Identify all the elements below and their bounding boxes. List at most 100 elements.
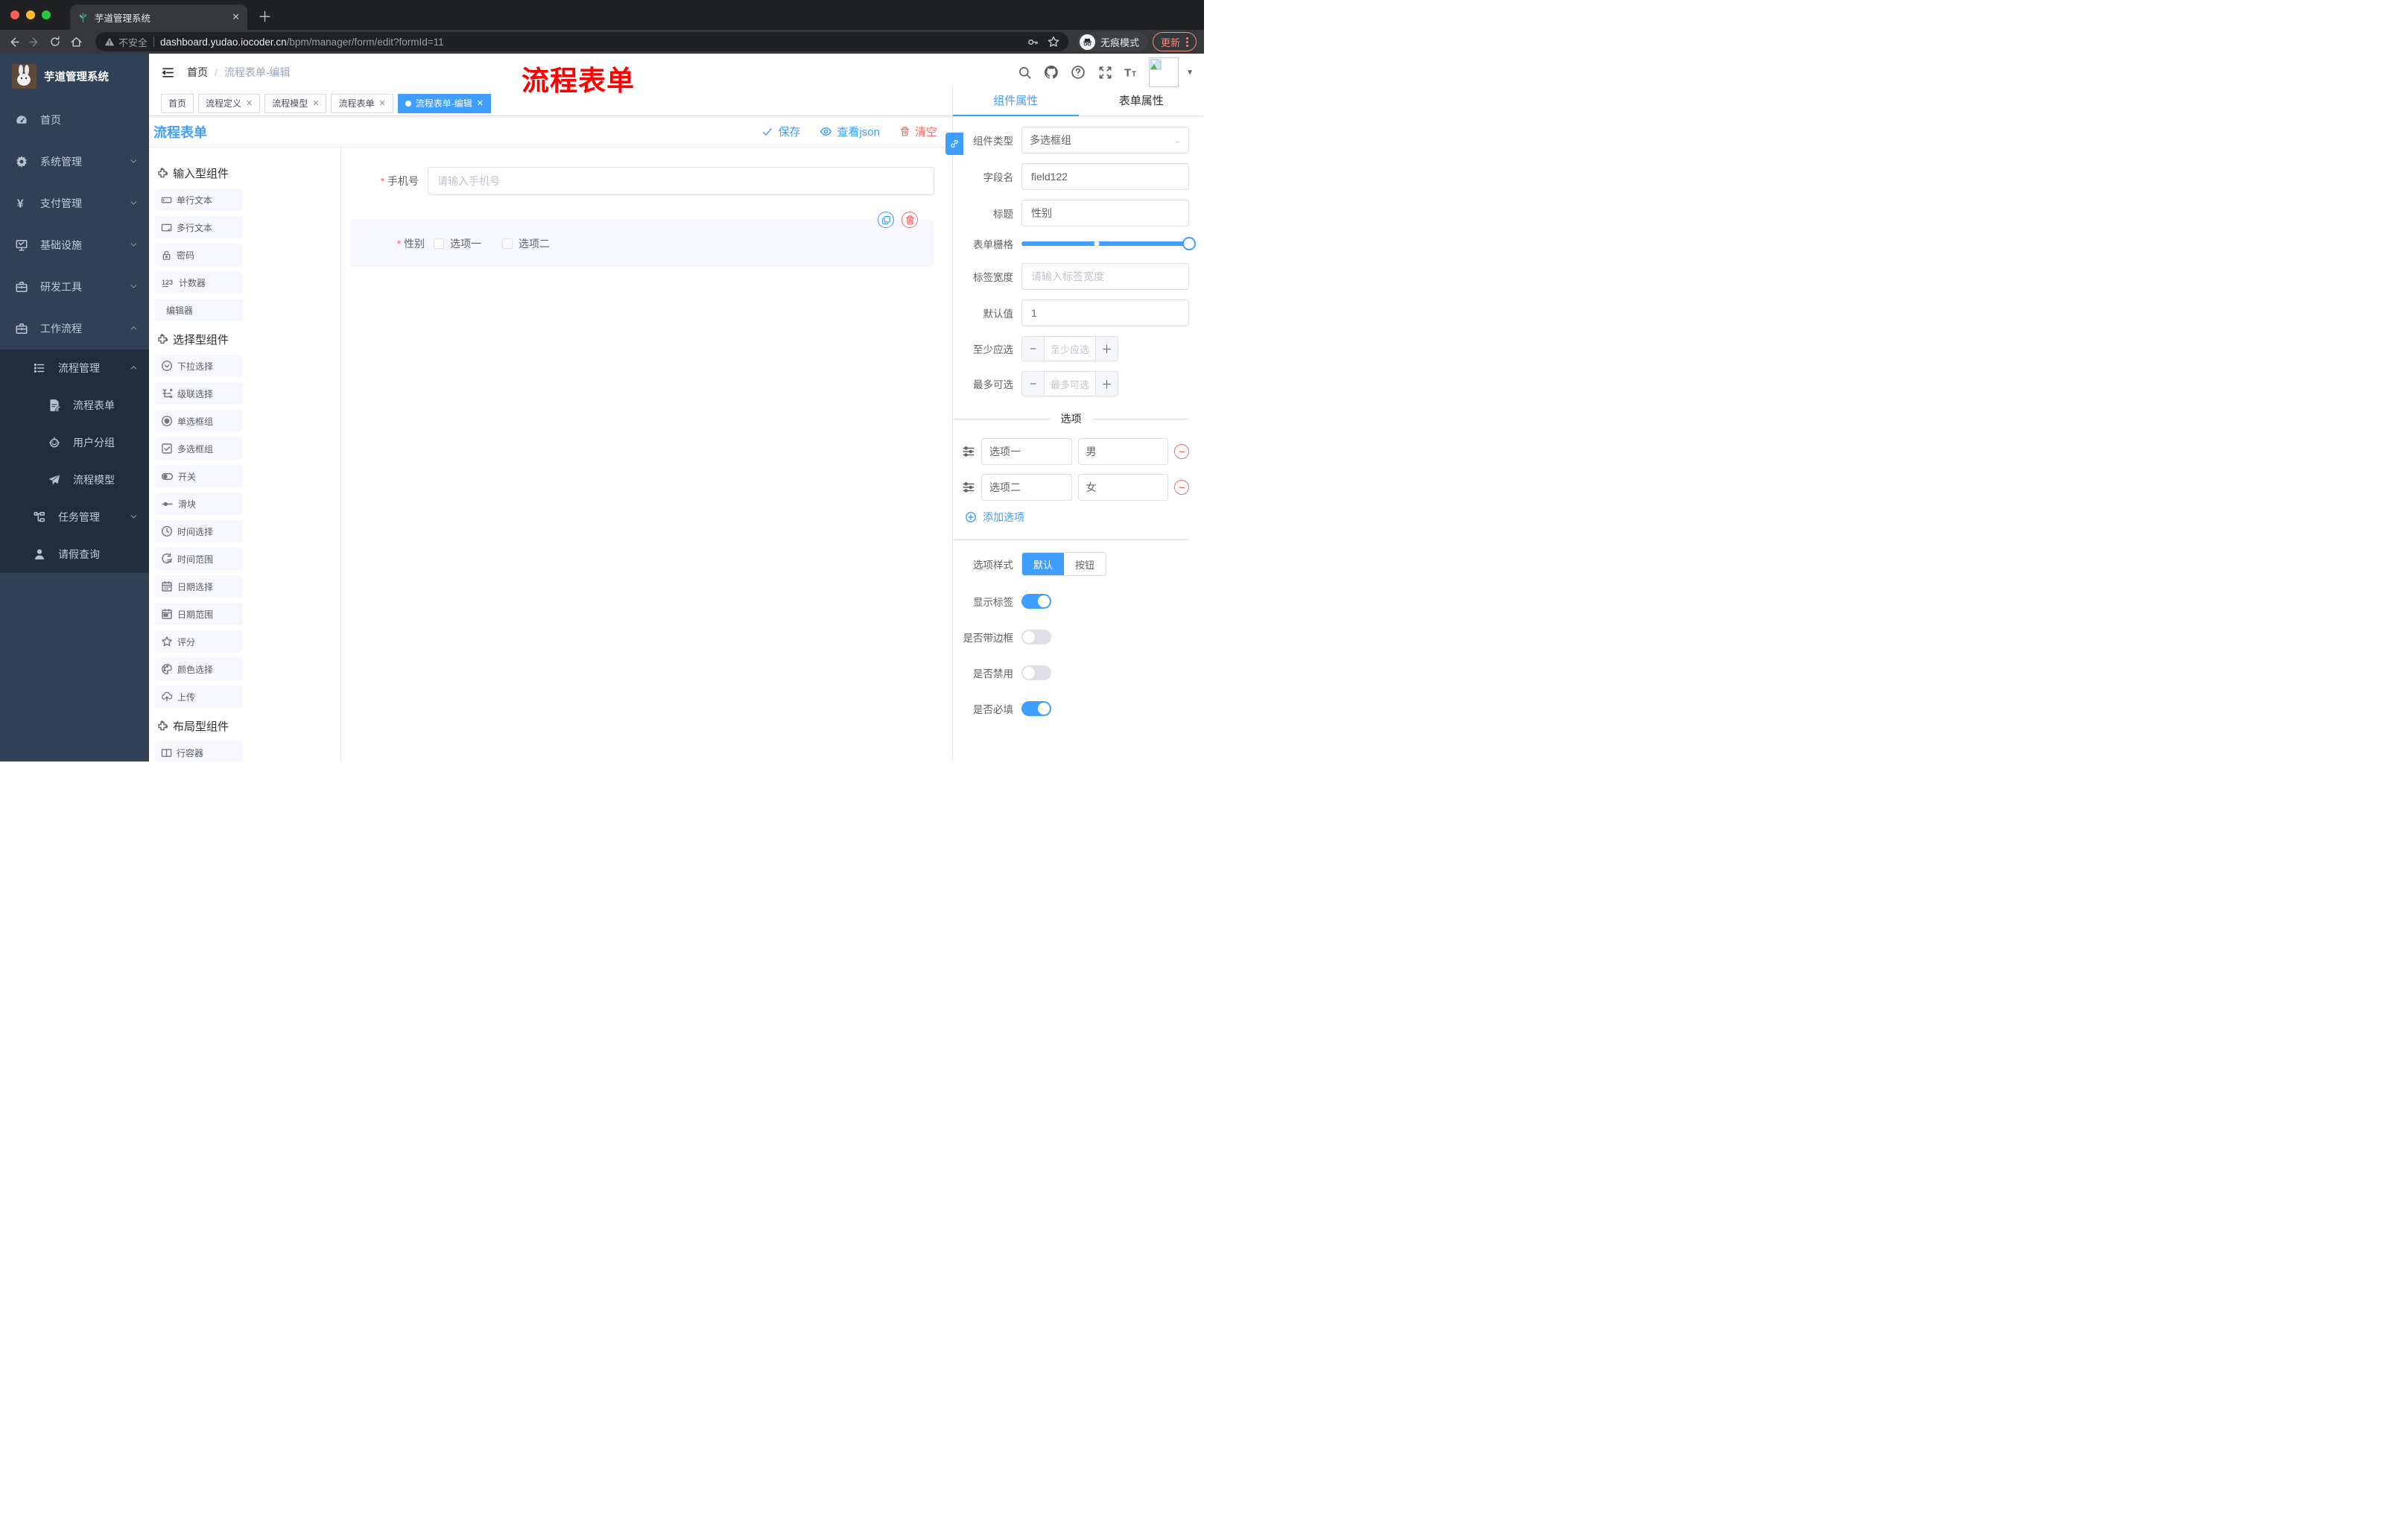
avatar-caret-down-icon[interactable]: ▼ [1186, 69, 1194, 77]
component-chip[interactable]: 多选框组 [155, 437, 243, 460]
drag-handle-icon[interactable] [962, 481, 975, 494]
component-chip[interactable]: 单行文本 [155, 189, 243, 211]
delete-component-button[interactable] [902, 212, 918, 228]
min-select-stepper[interactable]: − 至少应选＋ [1021, 336, 1118, 361]
option-name-input[interactable]: 选项一 [981, 438, 1072, 465]
new-tab-button[interactable]: ＋ [258, 6, 272, 26]
sidebar-item-6[interactable]: 流程管理 [0, 349, 149, 387]
close-icon[interactable]: ✕ [312, 98, 319, 108]
sidebar-item-8[interactable]: 用户分组 [0, 424, 149, 461]
github-icon[interactable] [1042, 63, 1061, 82]
sidebar-item-11[interactable]: 请假查询 [0, 536, 149, 573]
close-icon[interactable]: ✕ [477, 98, 484, 108]
bookmark-star-icon[interactable] [1048, 36, 1059, 48]
label-width-input[interactable]: 请输入标签宽度 [1021, 263, 1189, 290]
sidebar-item-9[interactable]: 流程模型 [0, 461, 149, 498]
breadcrumb-home[interactable]: 首页 [187, 65, 208, 80]
clear-button[interactable]: 清空 [899, 124, 937, 139]
default-value-input[interactable]: 1 [1021, 300, 1189, 326]
component-chip[interactable]: 行容器 [155, 741, 243, 762]
minimize-window-button[interactable] [26, 10, 35, 19]
key-icon[interactable] [1027, 37, 1039, 48]
copy-component-button[interactable] [878, 212, 894, 228]
close-icon[interactable]: ✕ [379, 98, 386, 108]
maximize-window-button[interactable] [42, 10, 51, 19]
tab-form-props[interactable]: 表单属性 [1078, 85, 1204, 116]
tab-component-props[interactable]: 组件属性 [953, 85, 1079, 116]
style-option-0[interactable]: 默认 [1022, 553, 1064, 575]
component-chip[interactable]: 级联选择 [155, 382, 243, 405]
sidebar-item-3[interactable]: 基础设施 [0, 224, 149, 266]
browser-menu-icon[interactable] [1186, 37, 1188, 47]
tag-chip-2[interactable]: 流程模型 ✕ [264, 93, 327, 113]
gender-checkbox-1[interactable]: 选项二 [502, 236, 550, 251]
help-icon[interactable] [1068, 63, 1088, 82]
component-chip[interactable]: 单选框组 [155, 410, 243, 432]
minus-button[interactable]: − [1022, 337, 1045, 361]
sidebar-item-5[interactable]: 工作流程 [0, 308, 149, 349]
remove-option-button[interactable] [1174, 480, 1189, 495]
save-button[interactable]: 保存 [761, 124, 800, 139]
sidebar-item-10[interactable]: 任务管理 [0, 498, 149, 536]
component-chip[interactable]: 下拉选择 [155, 355, 243, 377]
link-icon[interactable] [945, 133, 963, 155]
component-chip[interactable]: 滑块 [155, 493, 243, 515]
form-canvas[interactable]: 手机号 请输入手机号 性别 选项一 选项二 [341, 148, 952, 762]
slider-handle[interactable] [1182, 237, 1196, 250]
component-chip[interactable]: 密码 [155, 244, 243, 266]
toggle-switch[interactable] [1021, 665, 1051, 680]
menu-fold-icon[interactable] [161, 66, 175, 80]
view-json-button[interactable]: 查看json [820, 124, 880, 139]
tag-chip-4[interactable]: 流程表单-编辑 ✕ [397, 93, 491, 113]
forward-icon[interactable] [28, 36, 45, 48]
sidebar-item-2[interactable]: ¥ 支付管理 [0, 183, 149, 224]
tab-close-icon[interactable]: ✕ [232, 11, 240, 23]
add-option-button[interactable]: 添加选项 [965, 510, 1189, 525]
plus-button[interactable]: ＋ [1095, 337, 1118, 361]
fullscreen-icon[interactable] [1095, 63, 1115, 82]
component-chip[interactable]: 编辑器 [155, 299, 243, 321]
drag-handle-icon[interactable] [962, 445, 975, 458]
browser-tab[interactable]: 芋道管理系统 ✕ [70, 4, 247, 30]
option-name-input[interactable]: 选项二 [981, 474, 1072, 501]
component-type-select[interactable]: 多选框组 ⌄ [1021, 127, 1189, 153]
sidebar-item-0[interactable]: 首页 [0, 99, 149, 141]
component-chip[interactable]: 开关 [155, 465, 243, 487]
grid-slider[interactable] [1021, 237, 1196, 250]
toggle-switch[interactable] [1021, 594, 1051, 609]
title-input[interactable]: 性别 [1021, 200, 1189, 227]
reload-icon[interactable] [49, 36, 66, 48]
component-chip[interactable]: 时间选择 [155, 520, 243, 542]
style-option-1[interactable]: 按钮 [1064, 553, 1106, 575]
gender-checkbox-0[interactable]: 选项一 [434, 236, 481, 251]
tag-chip-0[interactable]: 首页 [161, 93, 194, 113]
component-chip[interactable]: 时间范围 [155, 548, 243, 570]
component-chip[interactable]: 颜色选择 [155, 658, 243, 680]
option-value-input[interactable]: 女 [1077, 474, 1168, 501]
search-icon[interactable] [1015, 63, 1034, 82]
address-bar[interactable]: 不安全 dashboard.yudao.iocoder.cn/bpm/manag… [95, 32, 1068, 51]
option-value-input[interactable]: 男 [1077, 438, 1168, 465]
component-chip[interactable]: 上传 [155, 685, 243, 708]
plus-button[interactable]: ＋ [1095, 372, 1118, 396]
tag-chip-1[interactable]: 流程定义 ✕ [198, 93, 261, 113]
minus-button[interactable]: − [1022, 372, 1045, 396]
close-icon[interactable]: ✕ [246, 98, 253, 108]
browser-update-button[interactable]: 更新 [1152, 32, 1197, 51]
window-controls[interactable] [0, 0, 61, 30]
avatar[interactable] [1149, 57, 1179, 87]
sidebar-item-1[interactable]: 系统管理 [0, 141, 149, 183]
phone-field-row[interactable]: 手机号 请输入手机号 [350, 167, 934, 195]
toggle-switch[interactable] [1021, 630, 1051, 645]
sidebar-item-4[interactable]: 研发工具 [0, 266, 149, 308]
font-size-icon[interactable]: TT [1122, 63, 1141, 82]
component-chip[interactable]: 日期选择 [155, 575, 243, 598]
back-icon[interactable] [7, 36, 24, 48]
home-icon[interactable] [70, 36, 86, 48]
component-chip[interactable]: 123 计数器 [155, 271, 243, 294]
close-window-button[interactable] [10, 10, 19, 19]
sidebar-item-7[interactable]: 流程表单 [0, 387, 149, 424]
component-chip[interactable]: 多行文本 [155, 216, 243, 238]
field-name-input[interactable]: field122 [1021, 163, 1189, 190]
max-select-stepper[interactable]: − 最多可选＋ [1021, 371, 1118, 396]
